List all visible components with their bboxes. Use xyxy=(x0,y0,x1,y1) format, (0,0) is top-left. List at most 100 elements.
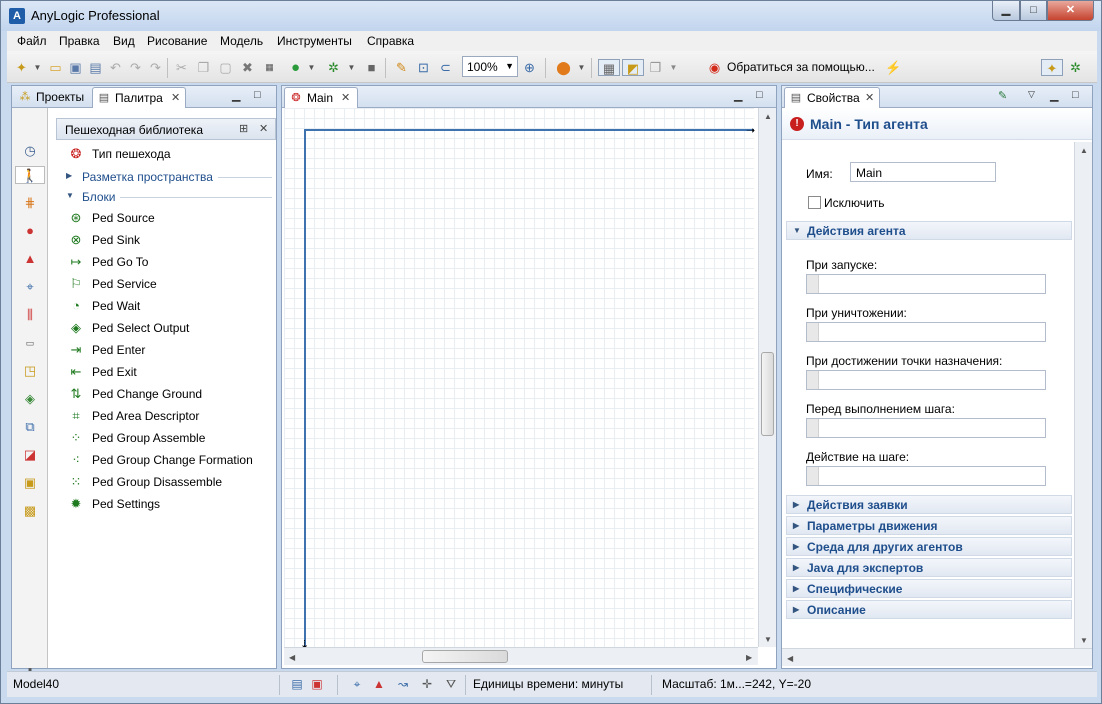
scroll-down-icon[interactable]: ▼ xyxy=(764,635,772,644)
on-arrival-field[interactable] xyxy=(806,370,1046,390)
on-before-step-field[interactable] xyxy=(806,418,1046,438)
menu-file[interactable]: Файл xyxy=(17,34,47,48)
on-destroy-field[interactable] xyxy=(806,322,1046,342)
connectivity-icon[interactable]: ⧉ xyxy=(21,418,39,436)
forward-icon[interactable]: ↷ xyxy=(147,59,164,76)
cut-icon[interactable]: ✂ xyxy=(173,59,190,76)
run-dropdown-icon[interactable]: ▼ xyxy=(303,59,320,76)
delete-icon[interactable]: ✖ xyxy=(239,59,256,76)
help-button[interactable]: Обратиться за помощью... xyxy=(727,60,875,74)
zoom-in-icon[interactable]: ⊕ xyxy=(521,59,538,76)
process-modeling-icon[interactable]: ◷ xyxy=(21,142,39,160)
scroll-thumb[interactable] xyxy=(422,650,508,663)
editor-horizontal-scrollbar[interactable]: ◀ ▶ xyxy=(284,647,758,665)
space-markup-icon[interactable]: ⌖ xyxy=(21,278,39,296)
group-description[interactable]: ▶ Описание xyxy=(786,600,1072,619)
minimize-panel-icon[interactable]: ▁ xyxy=(734,89,742,102)
section-blocks[interactable]: ▼ Блоки xyxy=(56,188,278,206)
statechart-icon[interactable]: ◳ xyxy=(21,362,39,380)
maximize-panel-icon[interactable]: □ xyxy=(254,89,261,101)
graphical-editor-canvas[interactable]: ➝ ⇣ xyxy=(284,108,755,651)
save-icon[interactable]: ▣ xyxy=(67,59,84,76)
layout-icon[interactable]: ❒ xyxy=(647,59,664,76)
copy-icon[interactable]: ❐ xyxy=(195,59,212,76)
pan-icon[interactable]: ✎ xyxy=(393,59,410,76)
analysis-icon[interactable]: ⫼ xyxy=(21,306,39,324)
menu-tools[interactable]: Инструменты xyxy=(277,34,352,48)
space-icon[interactable]: ⌖ xyxy=(349,676,365,692)
minimize-panel-icon[interactable]: ▁ xyxy=(1050,89,1058,102)
run-icon[interactable]: ● xyxy=(287,59,304,76)
scroll-left-icon[interactable]: ◀ xyxy=(289,653,295,662)
tab-projects[interactable]: ⁂ Проекты xyxy=(14,87,90,108)
console-icon[interactable]: ▤ xyxy=(289,676,305,692)
menu-help[interactable]: Справка xyxy=(367,34,414,48)
minimize-button[interactable]: ▁ xyxy=(992,1,1020,21)
menu-view[interactable]: Вид xyxy=(113,34,135,48)
exclude-checkbox[interactable] xyxy=(808,196,821,209)
maximize-panel-icon[interactable]: □ xyxy=(1072,89,1079,101)
scroll-down-icon[interactable]: ▼ xyxy=(1080,636,1088,645)
group-java[interactable]: ▶ Java для экспертов xyxy=(786,558,1072,577)
group-movement[interactable]: ▶ Параметры движения xyxy=(786,516,1072,535)
debug-dropdown-icon[interactable]: ▼ xyxy=(343,59,360,76)
controls-icon[interactable]: ▭ xyxy=(21,334,39,352)
name-field[interactable]: Main xyxy=(850,162,996,182)
zoom-fit-icon[interactable]: ⊡ xyxy=(415,59,432,76)
build-icon[interactable]: ▦ xyxy=(261,59,278,76)
on-startup-field[interactable] xyxy=(806,274,1046,294)
system-dynamics-icon[interactable]: ◈ xyxy=(21,390,39,408)
close-tab-icon[interactable]: ✕ xyxy=(171,91,180,104)
save-all-icon[interactable]: ▤ xyxy=(87,59,104,76)
3d-icon[interactable]: ⛛ xyxy=(443,676,459,692)
new-model-icon[interactable]: ✦ xyxy=(13,59,30,76)
paste-icon[interactable]: ▢ xyxy=(217,59,234,76)
properties-horizontal-scrollbar[interactable]: ◀ xyxy=(782,648,1092,666)
scroll-left-icon[interactable]: ◀ xyxy=(787,654,793,663)
snap-toggle-icon[interactable]: ◩ xyxy=(622,59,644,76)
view-menu-icon[interactable]: ▽ xyxy=(1028,89,1035,100)
zoom-area-icon[interactable]: ⊂ xyxy=(437,59,454,76)
3d-objects-icon[interactable]: ▩ xyxy=(21,502,39,520)
tab-main[interactable]: ❂ Main ✕ xyxy=(284,87,358,108)
pin-view-icon[interactable]: ✎ xyxy=(998,89,1007,102)
group-entity-actions[interactable]: ▶ Действия заявки xyxy=(786,495,1072,514)
on-step-field[interactable] xyxy=(806,466,1046,486)
new-dropdown-icon[interactable]: ▼ xyxy=(29,59,46,76)
pictures-icon[interactable]: ▣ xyxy=(21,474,39,492)
undo-icon[interactable]: ↶ xyxy=(107,59,124,76)
pedestrian-library-icon[interactable]: 🚶 xyxy=(15,166,45,184)
open-icon[interactable]: ▭ xyxy=(47,59,64,76)
menu-draw[interactable]: Рисование xyxy=(147,34,207,48)
close-tab-icon[interactable]: ✕ xyxy=(865,91,874,104)
rail-library-icon[interactable]: ⋕ xyxy=(21,194,39,212)
disconnect-icon[interactable]: ⚡ xyxy=(885,59,902,76)
stop-icon[interactable]: ■ xyxy=(363,59,380,76)
close-button[interactable]: ✕ xyxy=(1047,1,1094,21)
editor-vertical-scrollbar[interactable]: ▲ ▼ xyxy=(758,108,776,647)
section-space-markup[interactable]: ▶ Разметка пространства xyxy=(56,168,278,186)
debug-perspective-icon[interactable]: ✲ xyxy=(1067,59,1084,76)
scroll-thumb[interactable] xyxy=(761,352,774,436)
debug-icon[interactable]: ✲ xyxy=(325,59,342,76)
maximize-button[interactable]: □ xyxy=(1020,1,1047,21)
grid-toggle-icon[interactable]: ▦ xyxy=(598,59,620,76)
close-tab-icon[interactable]: ✕ xyxy=(341,91,350,104)
group-environment[interactable]: ▶ Среда для других агентов xyxy=(786,537,1072,556)
zoom-select[interactable]: 100% ▼ xyxy=(462,56,518,77)
grid-view-icon[interactable]: ⊞ xyxy=(239,122,248,135)
location-dropdown-icon[interactable]: ▼ xyxy=(573,59,590,76)
location-pin-icon[interactable]: ⬤ xyxy=(555,59,572,76)
shapes-icon[interactable]: ▲ xyxy=(371,676,387,692)
menu-edit[interactable]: Правка xyxy=(59,34,100,48)
group-agent-actions[interactable]: ▼ Действия агента xyxy=(786,221,1072,240)
lifebuoy-icon[interactable]: ◉ xyxy=(706,59,723,76)
problems-icon[interactable]: ▣ xyxy=(309,676,325,692)
minimize-panel-icon[interactable]: ▁ xyxy=(232,89,240,102)
close-library-icon[interactable]: ✕ xyxy=(259,122,268,135)
path-icon[interactable]: ↝ xyxy=(395,676,411,692)
properties-vertical-scrollbar[interactable]: ▲ ▼ xyxy=(1074,142,1092,648)
list-item[interactable]: ❂ Тип пешехода xyxy=(56,144,278,164)
axes-icon[interactable]: ✛ xyxy=(419,676,435,692)
tab-palette[interactable]: ▤ Палитра ✕ xyxy=(92,87,186,108)
